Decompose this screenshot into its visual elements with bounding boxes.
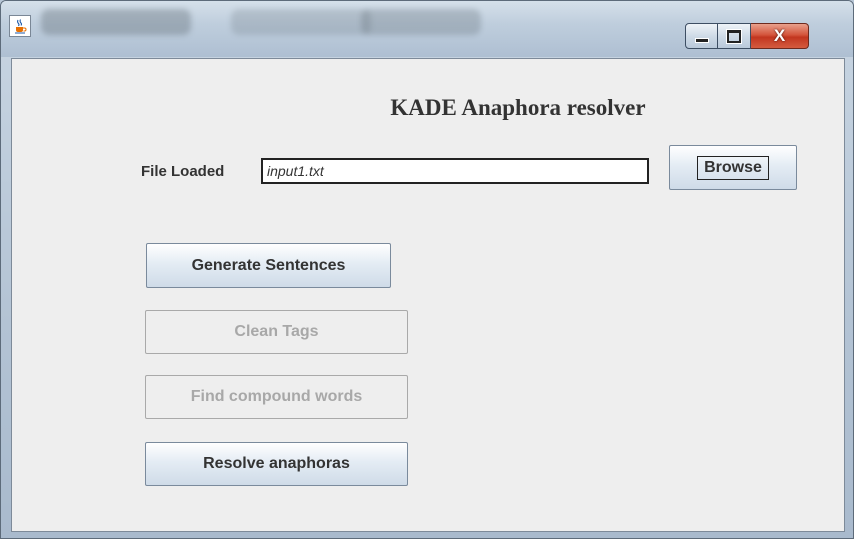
app-heading: KADE Anaphora resolver: [390, 95, 646, 120]
resolve-anaphoras-button[interactable]: Resolve anaphoras: [145, 442, 408, 486]
app-window: X KADE Anaphora resolver File Loaded inp…: [0, 0, 854, 539]
title-bar[interactable]: X: [1, 1, 853, 57]
close-button[interactable]: X: [751, 23, 809, 49]
caption-buttons: X: [685, 23, 809, 51]
browse-button-label: Browse: [697, 155, 769, 180]
file-loaded-label: File Loaded: [141, 163, 225, 180]
blurred-title: [361, 9, 481, 35]
close-icon: X: [773, 26, 786, 45]
maximize-icon: [727, 29, 741, 43]
content-panel: KADE Anaphora resolver File Loaded input…: [11, 58, 845, 532]
find-compound-words-button[interactable]: Find compound words: [145, 375, 408, 419]
minimize-icon: [694, 37, 709, 43]
file-path-field[interactable]: input1.txt: [261, 158, 649, 184]
browse-button[interactable]: Browse: [669, 145, 797, 190]
blurred-title: [231, 9, 371, 35]
minimize-button[interactable]: [685, 23, 718, 49]
java-coffee-icon[interactable]: [9, 15, 31, 37]
maximize-button[interactable]: [718, 23, 751, 49]
app-heading-row: KADE Anaphora resolver: [12, 95, 844, 121]
clean-tags-button[interactable]: Clean Tags: [145, 310, 408, 354]
generate-sentences-button[interactable]: Generate Sentences: [146, 243, 391, 288]
blurred-title: [41, 9, 191, 35]
